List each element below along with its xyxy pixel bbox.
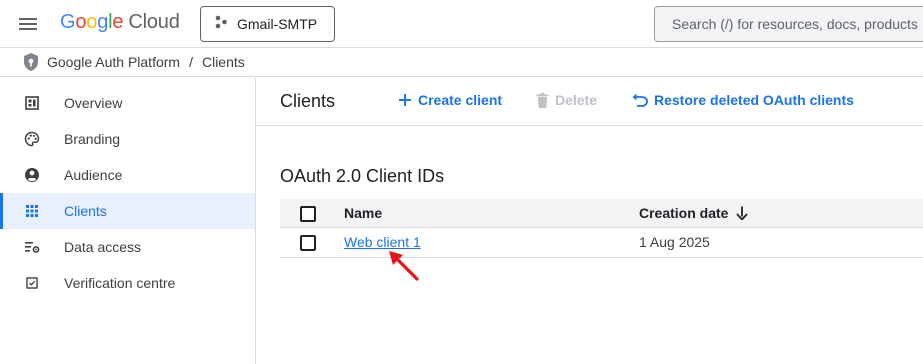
sidebar-item-label: Overview (64, 95, 123, 111)
data-access-icon (24, 239, 40, 255)
logo-letter: o (86, 11, 98, 33)
plus-icon (398, 93, 412, 107)
project-name: Gmail-SMTP (237, 16, 318, 32)
restore-deleted-clients-button[interactable]: Restore deleted OAuth clients (632, 92, 854, 108)
logo-letter: o (75, 11, 87, 33)
create-client-button[interactable]: Create client (398, 92, 502, 108)
column-header-name[interactable]: Name (344, 205, 382, 221)
page-title: Clients (280, 91, 336, 111)
column-header-creation-date[interactable]: Creation date (639, 205, 749, 221)
column-header-label: Creation date (639, 205, 729, 221)
table-header: Name Creation date (280, 199, 923, 228)
clients-table: Name Creation date Web client 1 1 Aug 20… (280, 199, 923, 258)
logo-letter: g (97, 11, 109, 33)
sidebar-item-audience[interactable]: Audience (0, 157, 255, 193)
grid-icon (24, 203, 40, 219)
palette-icon (24, 131, 40, 147)
top-bar: Go o g l e Cloud Gmail-SMTP Search (/) for re… (0, 0, 923, 48)
sidebar-item-data-access[interactable]: Data access (0, 229, 255, 265)
logo-suffix: Cloud (128, 11, 180, 33)
search-placeholder: Search (/) for resources, docs, products (672, 16, 918, 32)
breadcrumb-separator: / (189, 54, 193, 70)
trash-icon (536, 92, 549, 108)
sidebar-item-clients[interactable]: Clients (0, 193, 255, 229)
action-bar: Clients Create client Delete Restore del… (256, 77, 923, 126)
sidebar: Overview Branding Audience Clients Data … (0, 77, 256, 364)
sidebar-item-label: Verification centre (64, 275, 176, 291)
search-input[interactable]: Search (/) for resources, docs, products (654, 6, 923, 42)
creation-date-cell: 1 Aug 2025 (639, 234, 710, 250)
sidebar-item-label: Clients (64, 203, 107, 219)
checkbox-icon (24, 275, 40, 291)
section-title: OAuth 2.0 Client IDs (280, 166, 445, 186)
project-picker-button[interactable]: Gmail-SMTP (200, 6, 335, 42)
table-row: Web client 1 1 Aug 2025 (280, 228, 923, 258)
breadcrumb-root[interactable]: Google Auth Platform (47, 54, 180, 70)
sidebar-item-label: Branding (64, 131, 121, 147)
sidebar-item-branding[interactable]: Branding (0, 121, 255, 157)
google-cloud-logo[interactable]: Go o g l e Cloud (60, 11, 180, 37)
restore-label: Restore deleted OAuth clients (654, 92, 854, 108)
dashboard-icon (24, 95, 40, 111)
sidebar-item-verification-centre[interactable]: Verification centre (0, 265, 255, 301)
main-content: Clients Create client Delete Restore del… (256, 77, 923, 364)
row-checkbox[interactable] (300, 235, 316, 251)
person-icon (24, 167, 40, 183)
logo-letter: G (60, 11, 76, 33)
delete-button[interactable]: Delete (536, 92, 597, 108)
delete-label: Delete (555, 92, 598, 108)
sidebar-item-label: Data access (64, 239, 142, 255)
sidebar-item-label: Audience (64, 167, 123, 183)
sidebar-item-overview[interactable]: Overview (0, 85, 255, 121)
select-all-checkbox[interactable] (300, 206, 316, 222)
breadcrumb: Google Auth Platform / Clients (0, 48, 923, 77)
create-client-label: Create client (418, 92, 503, 108)
hamburger-menu-icon[interactable] (16, 12, 40, 36)
auth-platform-shield-icon (22, 52, 40, 72)
breadcrumb-current: Clients (201, 54, 245, 70)
logo-letter: e (112, 11, 124, 33)
client-name-link[interactable]: Web client 1 (344, 234, 421, 250)
undo-icon (632, 93, 648, 107)
project-hierarchy-icon (214, 15, 228, 34)
sort-descending-icon[interactable] (736, 206, 749, 220)
